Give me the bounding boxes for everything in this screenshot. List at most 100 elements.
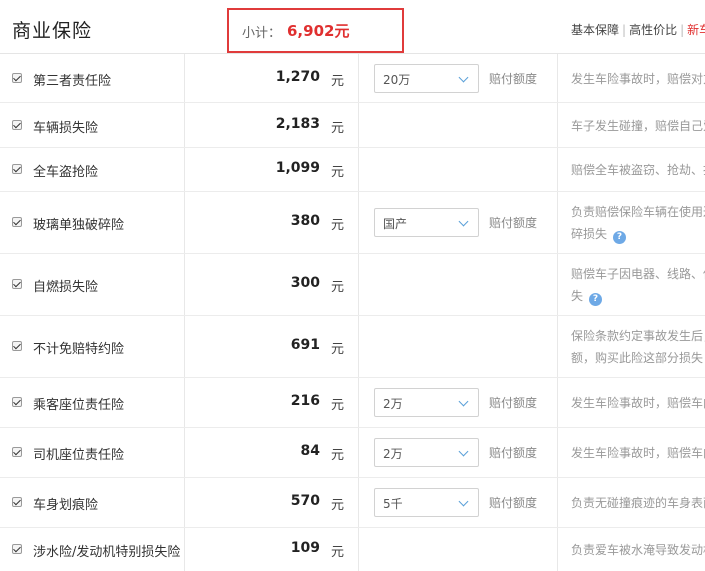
insurance-price: 1,099 bbox=[275, 160, 320, 176]
tab-value[interactable]: 高性价比 bbox=[629, 23, 677, 37]
description-line: 负责无碰撞痕迹的车身表面 bbox=[571, 492, 705, 514]
insurance-name: 第三者责任险 bbox=[33, 74, 112, 89]
insurance-price: 216 bbox=[290, 393, 320, 409]
insurance-row: 全车盗抢险 1,099 元 赔偿全车被盗窃、抢劫、抢夺 bbox=[0, 148, 705, 192]
chevron-down-icon bbox=[458, 72, 469, 83]
description-text: 负责爱车被水淹导致发动机 bbox=[571, 543, 705, 557]
insurance-name: 不计免赔特约险 bbox=[33, 342, 125, 357]
help-icon[interactable]: ? bbox=[613, 231, 627, 244]
coverage-select[interactable]: 5千 bbox=[374, 488, 479, 517]
insurance-description: 发生车险事故时，赔偿车内司机 bbox=[571, 442, 705, 464]
insurance-price: 84 bbox=[300, 443, 320, 459]
insurance-description: 保险条款约定事故发生后， 额，购买此险这部分损失 bbox=[571, 325, 705, 369]
coverage-label: 赔付额度 bbox=[489, 496, 538, 510]
coverage-label: 赔付额度 bbox=[489, 72, 538, 86]
row-checkbox[interactable] bbox=[12, 164, 22, 174]
price-unit: 元 bbox=[331, 218, 345, 233]
insurance-name: 车身划痕险 bbox=[33, 498, 99, 513]
description-line: 失? bbox=[571, 285, 705, 307]
coverage-label: 赔付额度 bbox=[489, 446, 538, 460]
description-text: 赔偿全车被盗窃、抢劫、抢夺 bbox=[571, 163, 705, 177]
insurance-description: 负责无碰撞痕迹的车身表面 bbox=[571, 492, 705, 514]
tab-new-car[interactable]: 新车 bbox=[687, 23, 705, 37]
description-line: 发生车险事故时，赔偿对方 bbox=[571, 68, 705, 90]
description-line: 车子发生碰撞，赔偿自己爱车 bbox=[571, 115, 705, 137]
tab-separator: | bbox=[622, 23, 627, 37]
description-line: 发生车险事故时，赔偿车内乘客 bbox=[571, 392, 705, 414]
insurance-row: 自燃损失险 300 元 赔偿车子因电器、线路、供油失? bbox=[0, 254, 705, 316]
subtotal-label: 小计： bbox=[242, 26, 282, 41]
price-unit: 元 bbox=[331, 74, 345, 89]
coverage-select-value: 20万 bbox=[383, 73, 411, 87]
insurance-name: 司机座位责任险 bbox=[33, 448, 125, 463]
coverage-select[interactable]: 2万 bbox=[374, 388, 479, 417]
row-checkbox[interactable] bbox=[12, 120, 22, 130]
insurance-name: 玻璃单独破碎险 bbox=[33, 218, 125, 233]
chevron-down-icon bbox=[458, 216, 469, 227]
header: 商业保险 小计： 6,902元 基本保障|高性价比|新车 bbox=[0, 0, 705, 54]
insurance-name: 乘客座位责任险 bbox=[33, 398, 125, 413]
insurance-description: 发生车险事故时，赔偿车内乘客 bbox=[571, 392, 705, 414]
insurance-price: 1,270 bbox=[275, 69, 320, 85]
insurance-name: 涉水险/发动机特别损失险 bbox=[33, 545, 181, 560]
row-checkbox[interactable] bbox=[12, 73, 22, 83]
insurance-row: 第三者责任险 1,270 元 20万 赔付额度 发生车险事故时，赔偿对方 bbox=[0, 54, 705, 103]
insurance-description: 赔偿车子因电器、线路、供油失? bbox=[571, 263, 705, 307]
chevron-down-icon bbox=[458, 396, 469, 407]
insurance-price: 2,183 bbox=[275, 116, 320, 132]
insurance-description: 赔偿全车被盗窃、抢劫、抢夺 bbox=[571, 159, 705, 181]
insurance-name: 全车盗抢险 bbox=[33, 165, 99, 180]
coverage-select[interactable]: 2万 bbox=[374, 438, 479, 467]
insurance-row: 车身划痕险 570 元 5千 赔付额度 负责无碰撞痕迹的车身表面 bbox=[0, 478, 705, 528]
row-checkbox[interactable] bbox=[12, 341, 22, 351]
insurance-price: 109 bbox=[290, 540, 320, 556]
description-line: 额，购买此险这部分损失 bbox=[571, 347, 705, 369]
description-line: 发生车险事故时，赔偿车内司机 bbox=[571, 442, 705, 464]
insurance-row: 玻璃单独破碎险 380 元 国产 赔付额度 负责赔偿保险车辆在使用过程碎损失? bbox=[0, 192, 705, 254]
price-unit: 元 bbox=[331, 448, 345, 463]
price-unit: 元 bbox=[331, 342, 345, 357]
chevron-down-icon bbox=[458, 446, 469, 457]
price-unit: 元 bbox=[331, 121, 345, 136]
subtotal-value: 6,902元 bbox=[287, 22, 350, 40]
description-line: 碎损失? bbox=[571, 223, 705, 245]
insurance-row: 乘客座位责任险 216 元 2万 赔付额度 发生车险事故时，赔偿车内乘客 bbox=[0, 378, 705, 428]
tab-separator: | bbox=[680, 23, 685, 37]
description-line: 赔偿全车被盗窃、抢劫、抢夺 bbox=[571, 159, 705, 181]
row-checkbox[interactable] bbox=[12, 447, 22, 457]
row-checkbox[interactable] bbox=[12, 397, 22, 407]
insurance-row: 车辆损失险 2,183 元 车子发生碰撞，赔偿自己爱车 bbox=[0, 103, 705, 148]
description-text: 发生车险事故时，赔偿对方 bbox=[571, 72, 705, 86]
coverage-select[interactable]: 20万 bbox=[374, 64, 479, 93]
description-text: 负责无碰撞痕迹的车身表面 bbox=[571, 496, 705, 510]
description-text: 发生车险事故时，赔偿车内乘客 bbox=[571, 396, 705, 410]
description-text: 车子发生碰撞，赔偿自己爱车 bbox=[571, 119, 705, 133]
price-unit: 元 bbox=[331, 280, 345, 295]
coverage-label: 赔付额度 bbox=[489, 216, 538, 230]
insurance-description: 负责赔偿保险车辆在使用过程碎损失? bbox=[571, 201, 705, 245]
insurance-description: 发生车险事故时，赔偿对方 bbox=[571, 68, 705, 90]
row-checkbox[interactable] bbox=[12, 544, 22, 554]
insurance-price: 380 bbox=[290, 213, 320, 229]
row-checkbox[interactable] bbox=[12, 279, 22, 289]
row-checkbox[interactable] bbox=[12, 497, 22, 507]
insurance-row: 涉水险/发动机特别损失险 109 元 负责爱车被水淹导致发动机 bbox=[0, 528, 705, 571]
price-unit: 元 bbox=[331, 545, 345, 560]
insurance-price: 691 bbox=[290, 337, 320, 353]
insurance-description: 负责爱车被水淹导致发动机 bbox=[571, 539, 705, 561]
description-text: 发生车险事故时，赔偿车内司机 bbox=[571, 446, 705, 460]
description-text: 额，购买此险这部分损失 bbox=[571, 351, 704, 365]
tab-basic[interactable]: 基本保障 bbox=[571, 23, 619, 37]
description-text: 保险条款约定事故发生后， bbox=[571, 329, 705, 343]
price-unit: 元 bbox=[331, 398, 345, 413]
row-checkbox[interactable] bbox=[12, 217, 22, 227]
coverage-select[interactable]: 国产 bbox=[374, 208, 479, 237]
help-icon[interactable]: ? bbox=[589, 293, 603, 306]
description-text: 负责赔偿保险车辆在使用过程 bbox=[571, 205, 705, 219]
insurance-name: 自燃损失险 bbox=[33, 280, 99, 295]
coverage-select-value: 国产 bbox=[383, 217, 408, 231]
insurance-price: 570 bbox=[290, 493, 320, 509]
description-line: 负责爱车被水淹导致发动机 bbox=[571, 539, 705, 561]
chevron-down-icon bbox=[458, 496, 469, 507]
coverage-select-value: 2万 bbox=[383, 447, 403, 461]
